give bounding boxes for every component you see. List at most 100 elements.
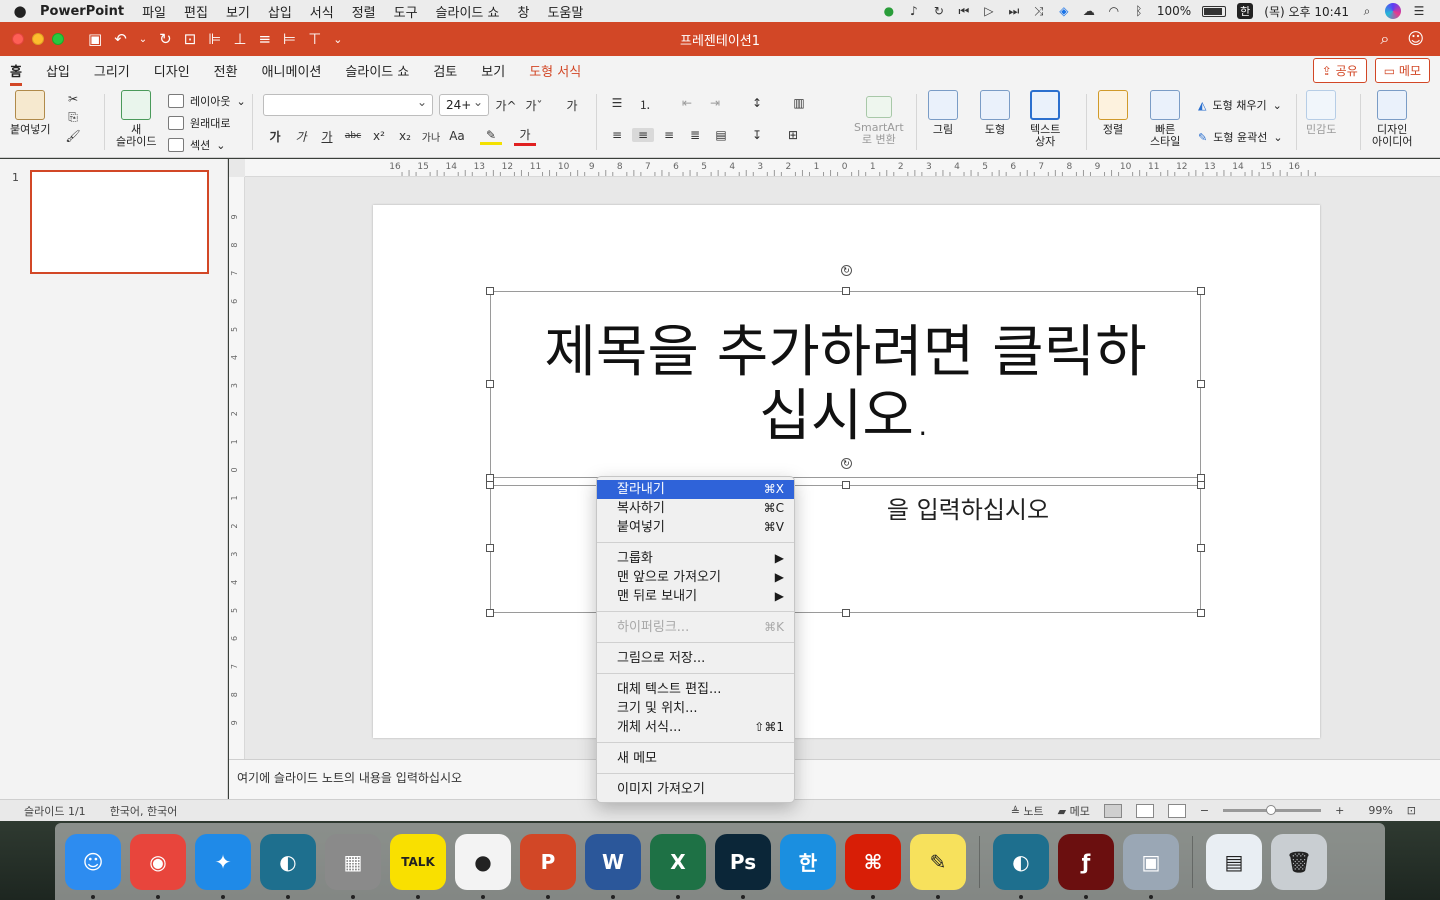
normal-view-button[interactable] xyxy=(1103,803,1122,818)
subtitle-resize-handle[interactable] xyxy=(1197,544,1205,552)
battery-icon[interactable] xyxy=(1202,5,1227,17)
sensitivity-button[interactable]: 민감도 xyxy=(1306,90,1336,136)
menu-item-edit-alt-text[interactable]: 대체 텍스트 편집... xyxy=(597,680,794,699)
highlight-color-button[interactable]: ✎ xyxy=(480,128,502,145)
minimize-window-button[interactable] xyxy=(32,33,44,45)
recent-docs-icon[interactable]: ▤ xyxy=(1206,833,1262,890)
photoshop-icon[interactable]: Ps xyxy=(715,833,771,899)
menu-help[interactable]: 도움말 xyxy=(547,2,583,21)
shape-fill-button[interactable]: ◭ 도형 채우기 ⌄ xyxy=(1198,94,1283,116)
menu-edit[interactable]: 편집 xyxy=(184,2,208,21)
menu-item-group[interactable]: 그룹화 ▶ xyxy=(597,549,794,568)
textbox-button[interactable]: 텍스트 상자 xyxy=(1030,90,1060,148)
zoom-in-icon[interactable]: + xyxy=(1335,804,1344,817)
preview-icon[interactable]: ▣ xyxy=(1123,833,1179,899)
previous-track-icon[interactable]: ⏮ xyxy=(957,5,971,17)
subtitle-resize-handle[interactable] xyxy=(842,609,850,617)
reset-button[interactable]: 원래대로 xyxy=(168,112,246,134)
title-resize-handle[interactable] xyxy=(1197,380,1205,388)
italic-button[interactable]: 가 xyxy=(290,128,312,145)
columns-icon[interactable]: ▥ xyxy=(788,96,810,113)
cut-icon[interactable]: ✂ xyxy=(62,92,84,106)
justify-icon[interactable]: ≣ xyxy=(684,128,706,142)
decrease-font-button[interactable]: 가ˇ xyxy=(523,97,545,114)
whale-icon-2[interactable]: ◐ xyxy=(993,833,1049,899)
calculator-icon[interactable]: ▦ xyxy=(325,833,381,899)
slide-sorter-view-button[interactable] xyxy=(1135,803,1154,818)
increase-indent-icon[interactable]: ⇥ xyxy=(704,96,726,113)
status-green-app-icon[interactable]: ● xyxy=(882,5,896,17)
hwp-viewer-icon[interactable]: 한 xyxy=(780,833,836,890)
align-bottom-icon[interactable]: ⊥ xyxy=(233,30,246,48)
superscript-button[interactable]: x² xyxy=(368,129,390,143)
customize-toolbar-icon[interactable]: ⌄ xyxy=(333,33,342,46)
notes-toggle-button[interactable]: ≜ 노트 xyxy=(1011,803,1044,819)
picture-button[interactable]: 그림 xyxy=(928,90,958,136)
subscript-button[interactable]: x₂ xyxy=(394,129,416,143)
zoom-window-button[interactable] xyxy=(52,33,64,45)
title-rotate-handle[interactable]: ↻ xyxy=(841,265,852,276)
save-icon[interactable]: ▣ xyxy=(88,30,102,48)
tab-view[interactable]: 보기 xyxy=(471,61,515,86)
input-method-indicator[interactable]: 한 xyxy=(1237,3,1254,19)
copy-icon[interactable]: ⎘ xyxy=(62,110,84,125)
layout-button[interactable]: 레이아웃 ⌄ xyxy=(168,90,246,112)
distributed-icon[interactable]: ▤ xyxy=(710,128,732,142)
tab-animations[interactable]: 애니메이션 xyxy=(252,61,332,86)
kakaotalk-icon[interactable]: TALK xyxy=(390,833,446,899)
format-painter-icon[interactable]: 🖌 xyxy=(62,129,84,143)
apple-menu-icon[interactable]: ● xyxy=(0,2,40,20)
align-center-icon[interactable]: ≡ xyxy=(632,128,654,142)
menu-item-paste[interactable]: 붙여넣기 ⌘V xyxy=(597,518,794,537)
redo-icon[interactable]: ↻ xyxy=(159,30,172,48)
menu-arrange[interactable]: 정렬 xyxy=(352,2,376,21)
menu-slideshow[interactable]: 슬라이드 쇼 xyxy=(436,2,500,21)
menu-item-size-position[interactable]: 크기 및 위치... xyxy=(597,699,794,718)
tab-transitions[interactable]: 전환 xyxy=(204,61,248,86)
word-icon[interactable]: W xyxy=(585,833,641,899)
align-left-objects-icon[interactable]: ⊫ xyxy=(208,30,221,48)
notes-pane[interactable]: 여기에 슬라이드 노트의 내용을 입력하십시오 xyxy=(229,759,1440,799)
underline-button[interactable]: 가 xyxy=(316,128,338,145)
strikethrough-button[interactable]: abc xyxy=(342,131,364,141)
chrome-icon[interactable]: ◉ xyxy=(130,833,186,899)
menu-tools[interactable]: 도구 xyxy=(394,2,418,21)
zoom-percent[interactable]: 99% xyxy=(1368,804,1392,817)
share-button[interactable]: ⇪ 공유 xyxy=(1312,58,1367,83)
numbering-icon[interactable]: ⒈ xyxy=(634,96,656,113)
section-button[interactable]: 섹션 ⌄ xyxy=(168,134,246,156)
slide-thumbnail[interactable] xyxy=(30,170,209,274)
font-size-combo[interactable]: 24+ xyxy=(439,92,489,116)
menu-item-format-object[interactable]: 개체 서식... ⇧⌘1 xyxy=(597,718,794,737)
align-right-icon[interactable]: ≡ xyxy=(658,128,680,142)
spotlight-search-icon[interactable]: ⌕ xyxy=(1360,5,1374,17)
acrobat-icon[interactable]: ⌘ xyxy=(845,833,901,899)
bold-button[interactable]: 가 xyxy=(264,128,286,145)
menu-file[interactable]: 파일 xyxy=(142,2,166,21)
decrease-indent-icon[interactable]: ⇤ xyxy=(676,96,698,113)
stickies-icon[interactable]: ✎ xyxy=(910,833,966,899)
tab-review[interactable]: 검토 xyxy=(423,61,467,86)
tab-shape-format[interactable]: 도형 서식 xyxy=(519,61,591,86)
tab-draw[interactable]: 그리기 xyxy=(84,61,140,86)
powerpoint-icon[interactable]: P xyxy=(520,833,576,899)
slide-canvas[interactable]: 제목을 추가하려면 클릭하 십시오. 을 입력하십시오 ↻ ↻ xyxy=(373,205,1320,738)
menu-format[interactable]: 서식 xyxy=(310,2,334,21)
title-resize-handle[interactable] xyxy=(1197,287,1205,295)
notification-center-icon[interactable]: ☰ xyxy=(1412,5,1426,17)
finder-icon[interactable]: ☺ xyxy=(65,833,121,899)
subtitle-resize-handle[interactable] xyxy=(842,481,850,489)
menu-item-import-image[interactable]: 이미지 가져오기 xyxy=(597,780,794,799)
arrange-button[interactable]: 정렬 xyxy=(1098,90,1128,136)
subtitle-resize-handle[interactable] xyxy=(486,609,494,617)
subtitle-resize-handle[interactable] xyxy=(1197,609,1205,617)
menu-item-send-to-back[interactable]: 맨 뒤로 보내기 ▶ xyxy=(597,587,794,606)
shuffle-icon[interactable]: ⤨ xyxy=(1032,5,1046,17)
reading-view-button[interactable] xyxy=(1167,803,1186,818)
comments-toggle-button[interactable]: ▰ 메모 xyxy=(1058,803,1090,819)
subtitle-rotate-handle[interactable]: ↻ xyxy=(841,458,852,469)
tab-home[interactable]: 홈 xyxy=(0,61,32,86)
quick-styles-button[interactable]: 빠른 스타일 xyxy=(1150,90,1180,148)
shape-outline-button[interactable]: ✎ 도형 윤곽선 ⌄ xyxy=(1198,126,1283,148)
menu-item-new-comment[interactable]: 새 메모 xyxy=(597,749,794,768)
